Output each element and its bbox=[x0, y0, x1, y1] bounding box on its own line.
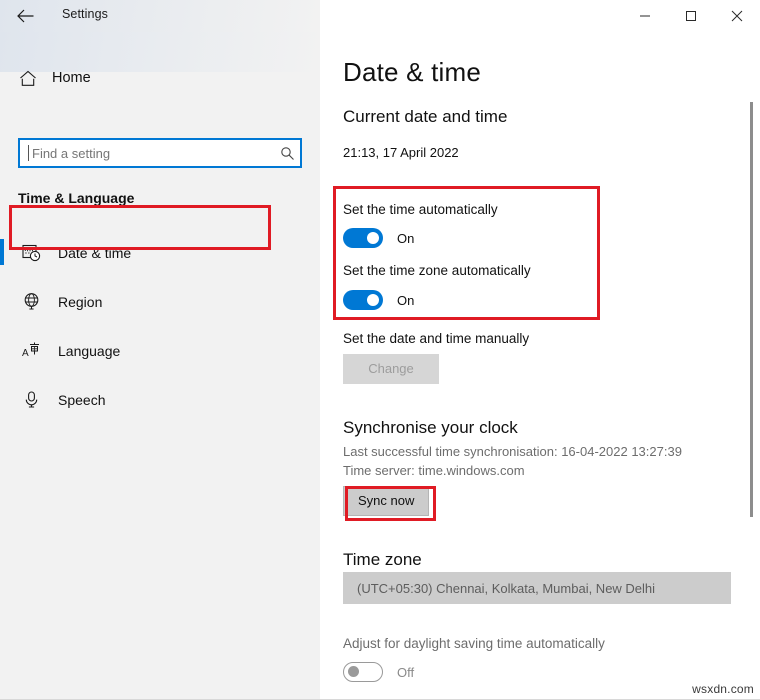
minimize-button[interactable] bbox=[622, 0, 668, 32]
set-timezone-automatically-label: Set the time zone automatically bbox=[343, 263, 531, 278]
close-button[interactable] bbox=[714, 0, 760, 32]
main-scrollbar[interactable] bbox=[746, 70, 756, 670]
sidebar-item-label: Date & time bbox=[58, 244, 132, 261]
toggle-switch-on[interactable] bbox=[343, 290, 383, 310]
time-zone-dropdown[interactable]: (UTC+05:30) Chennai, Kolkata, Mumbai, Ne… bbox=[343, 572, 731, 604]
synchronise-clock-heading: Synchronise your clock bbox=[343, 418, 518, 437]
change-button-wrapper: Change bbox=[343, 354, 439, 384]
toggle-state-label: On bbox=[397, 230, 415, 246]
search-box[interactable] bbox=[18, 138, 302, 168]
sidebar: Home Time & Language bbox=[0, 32, 320, 700]
sidebar-item-date-time[interactable]: Date & time bbox=[0, 228, 320, 277]
watermark: wsxdn.com bbox=[692, 682, 754, 696]
sidebar-item-speech[interactable]: Speech bbox=[0, 375, 320, 424]
home-label: Home bbox=[52, 70, 91, 86]
globe-icon bbox=[18, 292, 44, 311]
toggle-knob bbox=[348, 666, 359, 677]
microphone-icon bbox=[18, 390, 44, 409]
toggle-state-label: On bbox=[397, 292, 415, 308]
time-server-text: Time server: time.windows.com bbox=[343, 463, 525, 478]
window-title: Settings bbox=[62, 7, 108, 21]
set-time-automatically-label: Set the time automatically bbox=[343, 202, 498, 217]
maximize-icon bbox=[686, 11, 696, 21]
sidebar-item-region[interactable]: Region bbox=[0, 277, 320, 326]
main-content: Date & time Current date and time 21:13,… bbox=[320, 32, 760, 700]
time-zone-dropdown-wrapper: (UTC+05:30) Chennai, Kolkata, Mumbai, Ne… bbox=[343, 572, 731, 604]
window-controls bbox=[622, 0, 760, 32]
sidebar-category-title: Time & Language bbox=[18, 190, 135, 206]
toggle-knob bbox=[367, 232, 379, 244]
sidebar-item-language[interactable]: A Language bbox=[0, 326, 320, 375]
set-time-automatically-toggle[interactable]: On bbox=[343, 228, 414, 248]
search-input[interactable] bbox=[29, 145, 274, 161]
time-zone-heading: Time zone bbox=[343, 550, 422, 569]
daylight-saving-toggle[interactable]: Off bbox=[343, 662, 414, 682]
sidebar-item-label: Speech bbox=[58, 391, 106, 408]
minimize-icon bbox=[640, 15, 650, 17]
home-icon bbox=[14, 70, 42, 87]
toggle-knob bbox=[367, 294, 379, 306]
toggle-state-label: Off bbox=[397, 664, 415, 680]
sidebar-item-home[interactable]: Home bbox=[14, 62, 294, 94]
back-button[interactable] bbox=[10, 3, 40, 29]
current-date-time-value: 21:13, 17 April 2022 bbox=[343, 145, 459, 160]
sync-now-button[interactable]: Sync now bbox=[343, 486, 430, 516]
toggle-switch-on[interactable] bbox=[343, 228, 383, 248]
maximize-button[interactable] bbox=[668, 0, 714, 32]
scrollbar-thumb[interactable] bbox=[750, 102, 753, 517]
current-date-time-heading: Current date and time bbox=[343, 107, 508, 126]
set-timezone-automatically-toggle[interactable]: On bbox=[343, 290, 414, 310]
toggle-switch-off[interactable] bbox=[343, 662, 383, 682]
language-icon: A bbox=[18, 341, 44, 360]
change-button[interactable]: Change bbox=[343, 354, 439, 384]
daylight-saving-label: Adjust for daylight saving time automati… bbox=[343, 636, 605, 651]
selection-indicator bbox=[0, 239, 4, 265]
set-date-time-manually-label: Set the date and time manually bbox=[343, 331, 530, 346]
sidebar-item-label: Region bbox=[58, 293, 103, 310]
search-icon[interactable] bbox=[274, 146, 300, 161]
sidebar-item-label: Language bbox=[58, 342, 121, 359]
title-bar: Settings bbox=[0, 0, 760, 32]
last-sync-text: Last successful time synchronisation: 16… bbox=[343, 444, 682, 459]
calendar-clock-icon bbox=[18, 243, 44, 262]
title-bar-left-region bbox=[0, 0, 320, 32]
sync-now-wrapper: Sync now bbox=[343, 486, 430, 516]
back-arrow-icon bbox=[16, 9, 33, 23]
close-icon bbox=[731, 10, 743, 22]
sidebar-nav-list: Date & time Region A Language Speech bbox=[0, 228, 320, 424]
settings-window: Settings Home Find a setting Time & Lang… bbox=[0, 0, 760, 700]
page-title: Date & time bbox=[343, 57, 482, 87]
svg-text:A: A bbox=[22, 348, 29, 359]
